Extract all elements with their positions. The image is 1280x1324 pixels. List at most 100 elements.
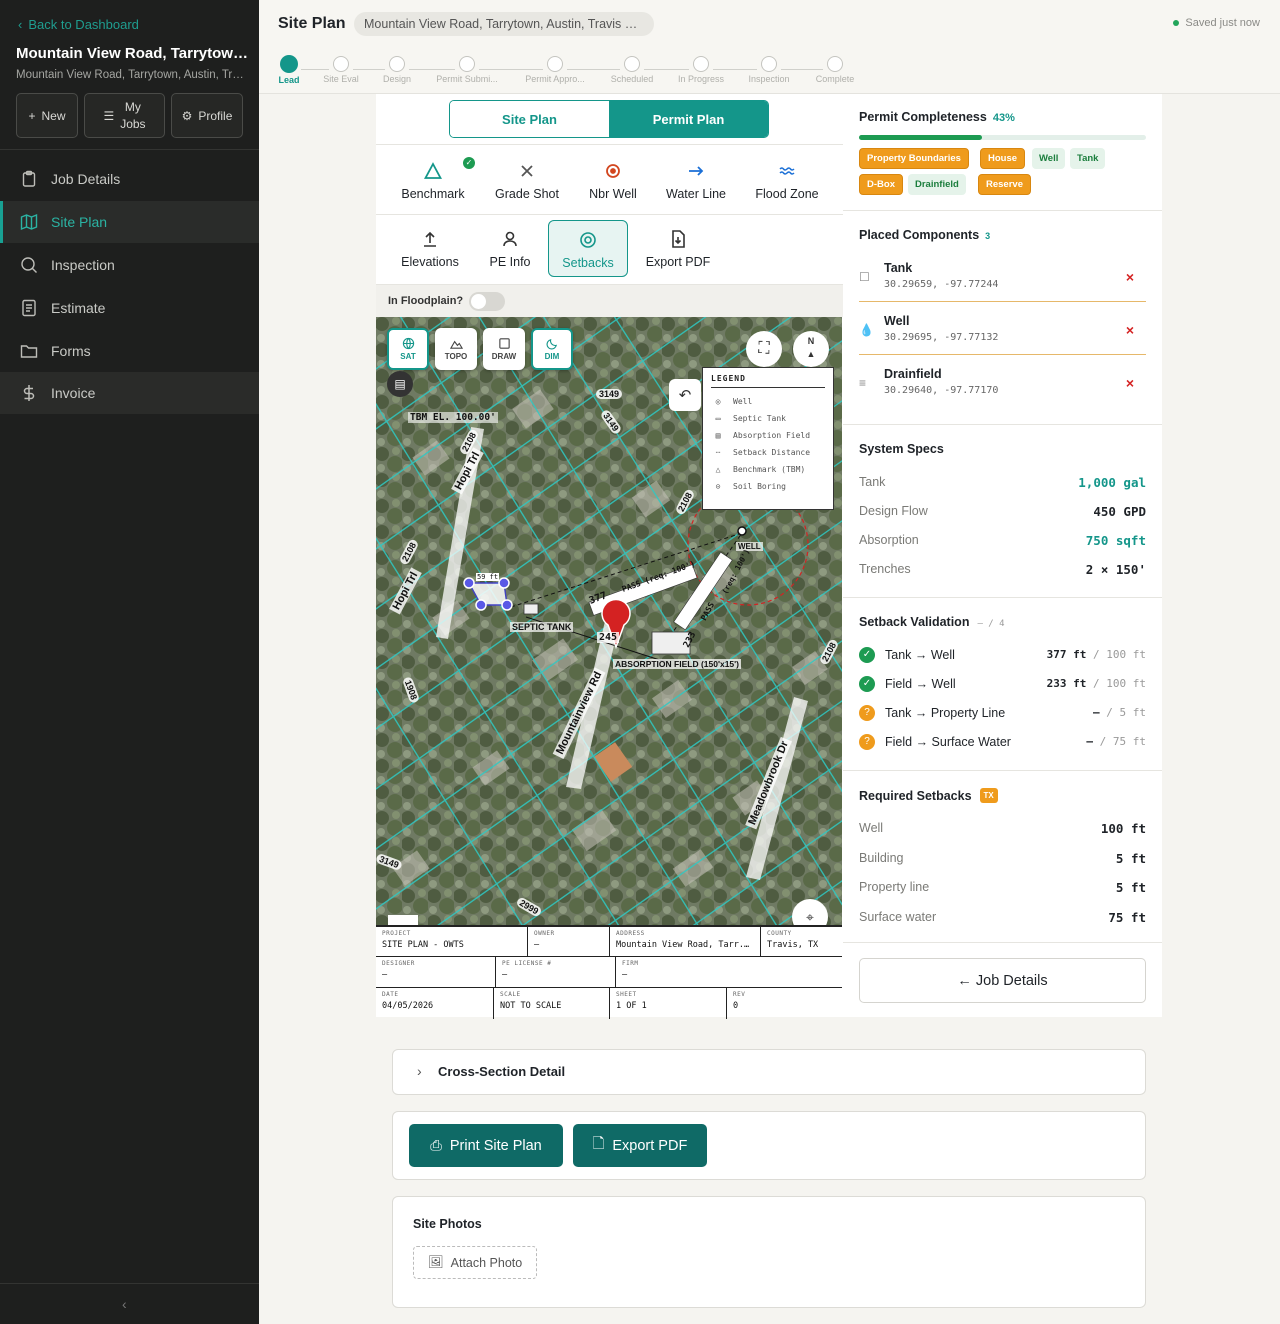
spec-row: Tank 1,000 gal bbox=[859, 475, 1146, 490]
sidebar-item-inspection[interactable]: Inspection bbox=[0, 244, 259, 286]
status-dot-icon bbox=[1173, 20, 1180, 26]
benchmark-tool[interactable]: Benchmark bbox=[394, 161, 472, 201]
dashed-line-icon: ┄ bbox=[715, 448, 721, 457]
completeness-progress-bar bbox=[859, 135, 1146, 140]
north-compass[interactable]: N ▲ bbox=[793, 331, 829, 367]
workflow-stepper: Lead Site Eval Design Permit Submi... Permit… bbox=[259, 47, 1280, 94]
remove-component-icon[interactable]: × bbox=[1126, 375, 1134, 391]
placed-component-row[interactable]: ≡ Drainfield 30.29640, -97.77170 × bbox=[859, 361, 1146, 408]
page-header: Site Plan Mountain View Road, Tarrytown,… bbox=[259, 0, 1280, 47]
flood-zone-tool[interactable]: Flood Zone bbox=[747, 161, 827, 201]
legend-item-benchmark: △ Benchmark (TBM) bbox=[711, 461, 825, 478]
collapse-sidebar-button[interactable]: ‹ bbox=[122, 1296, 127, 1312]
step-label: Complete bbox=[815, 74, 855, 84]
address-pill: Mountain View Road, Tarrytown, Austin, T… bbox=[354, 12, 654, 36]
fullscreen-button[interactable]: ⛶ bbox=[746, 331, 782, 367]
sidebar-item-estimate[interactable]: Estimate bbox=[0, 287, 259, 329]
sidebar-item-forms[interactable]: Forms bbox=[0, 330, 259, 372]
plan-title-block: PROJECT SITE PLAN - OWTS OWNER — ADDRESS Mo… bbox=[376, 925, 842, 1019]
grade-shot-tool[interactable]: Grade Shot bbox=[488, 161, 566, 201]
search-icon bbox=[21, 257, 37, 273]
system-specs-section: System Specs Tank 1,000 gal Design Flow 450… bbox=[843, 425, 1162, 598]
completeness-chip[interactable]: Reserve bbox=[978, 174, 1031, 195]
undo-button[interactable]: ↶ bbox=[669, 379, 701, 411]
tb-sheet: SHEET 1 OF 1 bbox=[609, 988, 726, 1019]
setback-check-label: Field → Well bbox=[885, 677, 956, 691]
completeness-percent: 43% bbox=[992, 112, 1015, 124]
tb-pe-license: PE LICENSE # — bbox=[495, 957, 615, 987]
nbr-well-tool[interactable]: Nbr Well bbox=[574, 161, 652, 201]
remove-component-icon[interactable]: × bbox=[1126, 322, 1134, 338]
field-symbol-icon: ▤ bbox=[715, 431, 721, 440]
legend-item-septic-tank: ▭ Septic Tank bbox=[711, 410, 825, 427]
page-title: Site Plan bbox=[278, 15, 346, 32]
tb-designer: DESIGNER — bbox=[382, 960, 415, 980]
distance-245-label: 245 bbox=[597, 632, 620, 643]
placed-component-row[interactable]: ☐ Tank 30.29659, -97.77244 × bbox=[859, 255, 1146, 302]
tool-row-1: Benchmark ✓ Grade Shot Nbr Well Water Li… bbox=[376, 144, 843, 214]
attach-photo-button[interactable]: 🖼 Attach Photo bbox=[413, 1246, 537, 1279]
step-circle-icon bbox=[693, 56, 709, 72]
sat-layer-button[interactable]: SAT bbox=[387, 328, 429, 370]
sidebar-item-invoice[interactable]: Invoice bbox=[0, 372, 259, 414]
job-details-button[interactable]: ← Job Details bbox=[859, 958, 1146, 1003]
list-icon: ☰ bbox=[103, 108, 115, 123]
tab-permit-plan[interactable]: Permit Plan bbox=[609, 101, 768, 137]
completeness-chip[interactable]: Tank bbox=[1070, 148, 1106, 169]
spec-value: 450 GPD bbox=[1093, 504, 1146, 519]
completeness-chip[interactable]: Drainfield bbox=[908, 174, 966, 195]
export-pdf-tool[interactable]: Export PDF bbox=[638, 229, 718, 269]
topo-layer-button[interactable]: TOPO bbox=[435, 328, 477, 370]
plan-type-toggle: Site Plan Permit Plan bbox=[449, 100, 769, 138]
pe-info-tool[interactable]: PE Info bbox=[470, 229, 550, 269]
legend-item-well: ◎ Well bbox=[711, 393, 825, 410]
water-line-tool[interactable]: Water Line bbox=[657, 161, 735, 201]
draw-mode-button[interactable]: DRAW bbox=[483, 328, 525, 370]
image-icon: 🖼 bbox=[427, 1255, 444, 1269]
step-circle-icon bbox=[624, 56, 640, 72]
cross-section-title: Cross-Section Detail bbox=[438, 1064, 566, 1079]
validation-count: — / 4 bbox=[977, 619, 1005, 629]
spec-value: 2 × 150' bbox=[1085, 562, 1146, 577]
profile-button[interactable]: ⚙ Profile bbox=[171, 93, 243, 138]
step-9[interactable]: Complete bbox=[795, 55, 875, 84]
tab-site-plan[interactable]: Site Plan bbox=[450, 101, 609, 137]
cross-section-accordion[interactable]: › Cross-Section Detail bbox=[392, 1049, 1146, 1095]
completeness-title: Permit Completeness 43% bbox=[859, 110, 1015, 124]
back-to-dashboard-link[interactable]: ‹ Back to Dashboard bbox=[18, 17, 139, 32]
layers-button[interactable]: ▤ bbox=[387, 371, 413, 397]
arrow-right-icon bbox=[689, 166, 704, 176]
file-icon: 🗋 bbox=[592, 1136, 605, 1152]
setbacks-tool[interactable]: Setbacks bbox=[548, 220, 628, 277]
remove-component-icon[interactable]: × bbox=[1126, 269, 1134, 285]
tbm-label: TBM EL. 100.00' bbox=[408, 412, 498, 423]
placed-component-row[interactable]: 💧 Well 30.29695, -97.77132 × bbox=[859, 308, 1146, 355]
absorption-field-label: ABSORPTION FIELD (150'x15') bbox=[613, 659, 742, 669]
satellite-map[interactable]: TBM EL. 100.00' Mountainview Rd Hopi Trl… bbox=[376, 317, 842, 925]
completeness-chip[interactable]: House bbox=[980, 148, 1026, 169]
completeness-chip[interactable]: D-Box bbox=[859, 174, 903, 195]
setback-check-label: Field → Surface Water bbox=[885, 735, 1011, 749]
triangle-symbol-icon: △ bbox=[715, 465, 721, 474]
setback-validation-section: Setback Validation — / 4 ✓ Tank → Well 377 … bbox=[843, 598, 1162, 771]
elevations-tool[interactable]: Elevations bbox=[390, 229, 470, 269]
layers-icon: ▤ bbox=[394, 377, 406, 391]
print-site-plan-button[interactable]: ⎙ Print Site Plan bbox=[409, 1124, 563, 1167]
completeness-chip[interactable]: Well bbox=[1032, 148, 1066, 169]
export-pdf-button[interactable]: 🗋 Export PDF bbox=[573, 1124, 707, 1167]
sidebar-item-job-details[interactable]: Job Details bbox=[0, 158, 259, 200]
my-jobs-button[interactable]: ☰ My Jobs bbox=[84, 93, 165, 138]
check-circle-icon: ✓ bbox=[859, 676, 875, 692]
tb-county: COUNTY Travis, TX bbox=[760, 927, 842, 956]
required-setback-label: Property line bbox=[859, 880, 930, 894]
site-photos-card: Site Photos 🖼 Attach Photo bbox=[392, 1196, 1146, 1308]
dim-mode-button[interactable]: DIM bbox=[531, 328, 573, 370]
new-button[interactable]: + New bbox=[16, 93, 78, 138]
sidebar-item-site-plan[interactable]: Site Plan bbox=[0, 201, 259, 243]
title-block-row-1: PROJECT SITE PLAN - OWTS OWNER — ADDRESS Mo… bbox=[376, 927, 842, 957]
completeness-chip[interactable]: Property Boundaries bbox=[859, 148, 969, 169]
floodplain-toggle[interactable] bbox=[469, 292, 505, 311]
spec-row: Absorption 750 sqft bbox=[859, 533, 1146, 548]
tb-address: ADDRESS Mountain View Road, Tarr... bbox=[609, 927, 760, 956]
component-coords: 30.29640, -97.77170 bbox=[884, 385, 999, 396]
